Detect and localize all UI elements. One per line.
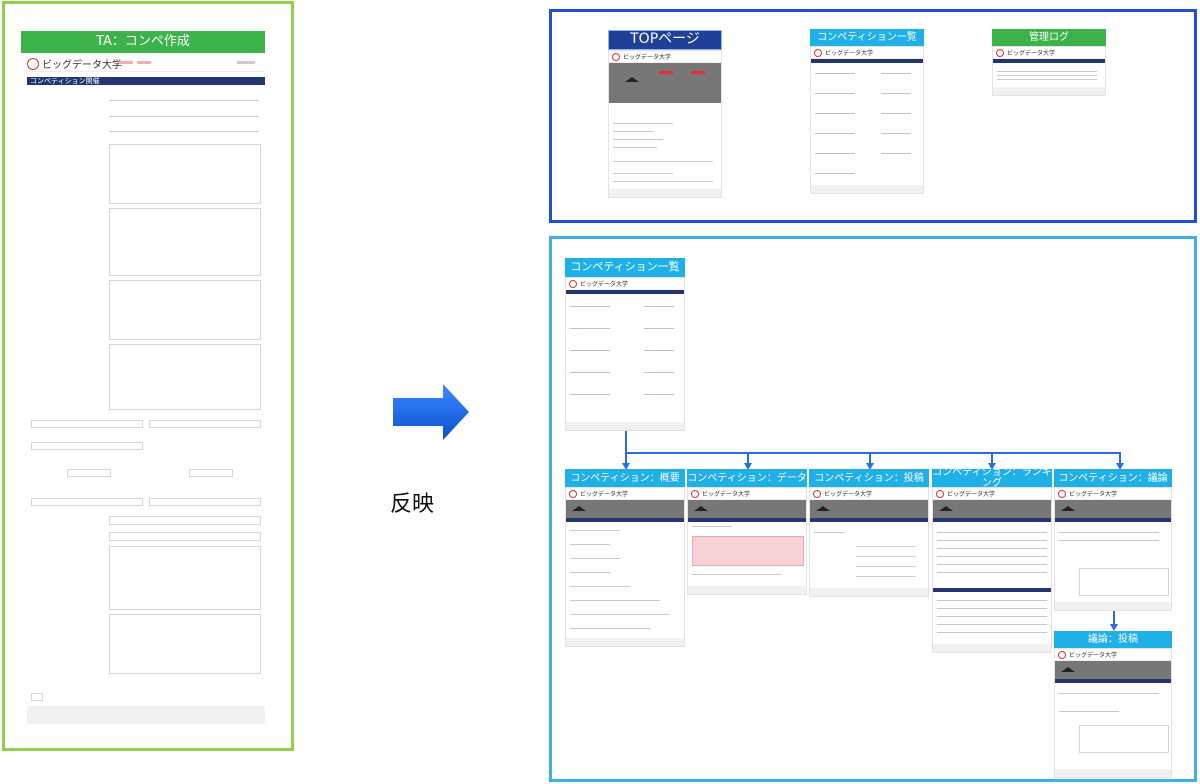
date-field[interactable] (67, 469, 111, 477)
left-university-header: ビッグデータ大学 (27, 56, 265, 72)
input-field[interactable] (31, 442, 143, 450)
sub-child-label: 議論：投稿 (1054, 631, 1172, 648)
child-label-overview: コンペティション：概要 (565, 469, 685, 487)
discussion-thumbnail: ビッグデータ大学 (1054, 487, 1172, 611)
top-competition-list-label: コンペティション一覧 (810, 29, 924, 46)
textarea-field[interactable] (109, 144, 261, 204)
left-panel-frame: TA：コンペ作成 ビッグデータ大学 コンペティション開催 (2, 1, 294, 751)
nav-link-icon (137, 61, 151, 64)
left-footer (27, 706, 265, 724)
ranking-thumbnail: ビッグデータ大学 (932, 487, 1052, 653)
admin-log-thumbnail: ビッグデータ大学 (992, 46, 1106, 96)
textarea-field[interactable] (109, 344, 261, 410)
child-label-ranking: コンペティション：ランキング (932, 467, 1052, 489)
left-section-title: コンペティション開催 (27, 77, 265, 85)
textarea-field[interactable] (109, 208, 261, 276)
left-panel-label: TA：コンペ作成 (21, 31, 265, 53)
data-thumbnail: ビッグデータ大学 (687, 487, 807, 595)
top-page-label: TOPページ (608, 30, 722, 50)
university-logo-icon (27, 57, 39, 70)
input-field[interactable] (31, 420, 143, 428)
child-label-data: コンペティション：データ (687, 469, 807, 487)
user-menu-icon (237, 61, 255, 64)
child-label-discussion: コンペティション：議論 (1054, 469, 1172, 487)
file-field[interactable] (109, 532, 261, 541)
child-label-submission: コンペティション：投稿 (809, 469, 929, 487)
submission-thumbnail: ビッグデータ大学 (809, 487, 929, 597)
input-field[interactable] (31, 498, 143, 506)
connector-line (625, 431, 627, 453)
university-name: ビッグデータ大学 (42, 60, 122, 71)
input-field[interactable] (149, 420, 261, 428)
textarea-field[interactable] (109, 546, 261, 610)
bottom-root-label: コンペティション一覧 (565, 258, 685, 277)
submit-button[interactable] (31, 693, 43, 701)
nav-link-icon (119, 61, 133, 64)
file-field[interactable] (109, 516, 261, 525)
overview-thumbnail: ビッグデータ大学 (565, 487, 685, 647)
top-group-frame: TOPページ ビッグデータ大学 コンペティション一覧 ビッグデータ大学 管理ログ… (549, 9, 1197, 223)
competition-list-thumbnail: ビッグデータ大学 (810, 46, 924, 194)
right-arrow-icon (393, 384, 469, 440)
textarea-field[interactable] (109, 614, 261, 674)
connector-line (625, 452, 1121, 454)
textarea-field[interactable] (109, 280, 261, 340)
bottom-root-thumbnail: ビッグデータ大学 (565, 277, 685, 431)
admin-log-label: 管理ログ (992, 29, 1106, 46)
discussion-post-thumbnail: ビッグデータ大学 (1054, 648, 1172, 778)
arrowhead-icon (1110, 624, 1118, 631)
form-area (27, 88, 265, 701)
date-field[interactable] (189, 469, 233, 477)
top-page-thumbnail: ビッグデータ大学 (608, 50, 722, 198)
reflect-label: 反映 (390, 492, 435, 517)
bottom-group-frame: コンペティション一覧 ビッグデータ大学 コンペティション：概要 ビッグデータ大学 (549, 236, 1197, 782)
input-field[interactable] (149, 498, 261, 506)
connector-line (1113, 611, 1115, 625)
